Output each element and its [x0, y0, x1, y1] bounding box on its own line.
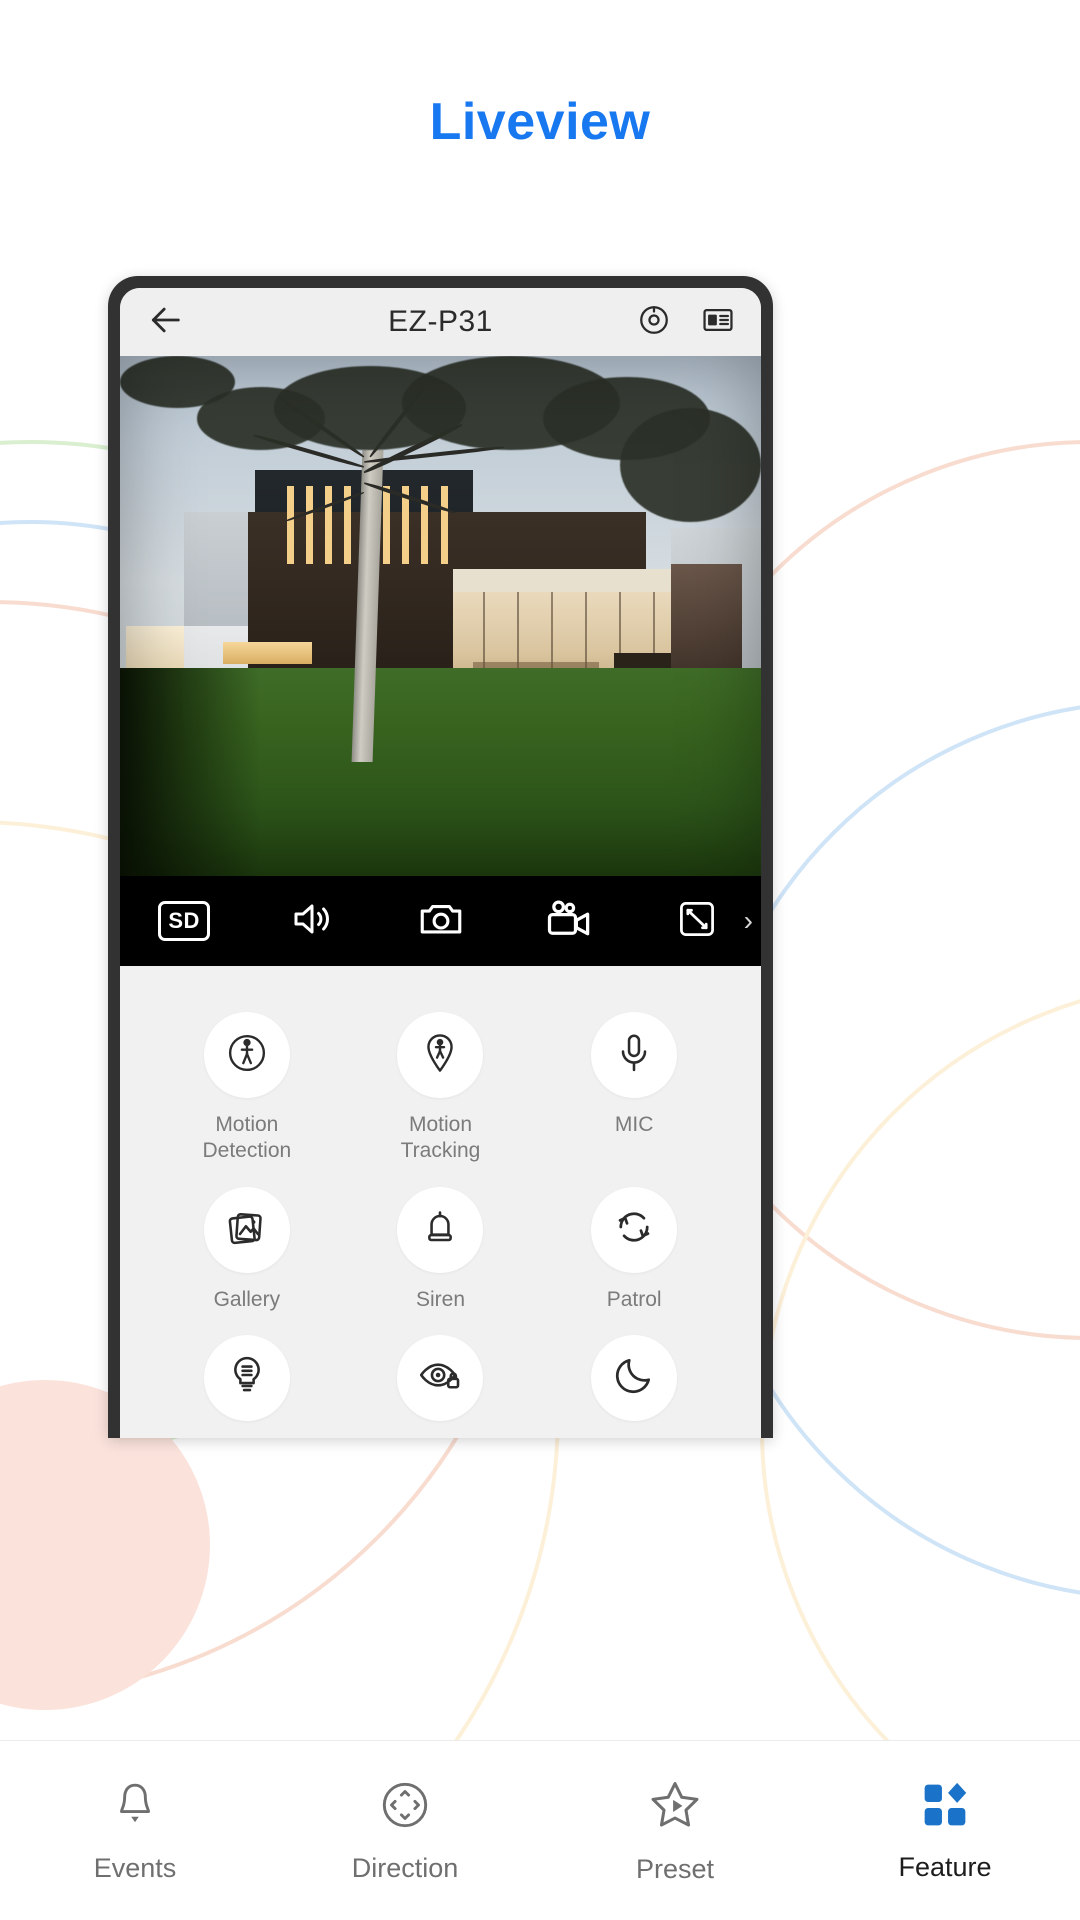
feature-motion-tracking[interactable]: Motion Tracking: [344, 1012, 538, 1165]
layout-list-icon: [701, 303, 735, 342]
sd-quality-icon: SD: [158, 901, 211, 941]
feature-icon-wrap: [591, 1186, 678, 1273]
feature-mic[interactable]: MIC: [537, 1012, 731, 1165]
feature-label: MIC: [614, 1113, 654, 1136]
patrol-icon: [612, 1205, 656, 1254]
siren-icon: [418, 1205, 462, 1254]
feature-label: Motion Tracking: [400, 1113, 481, 1163]
feature-icon-wrap: [203, 1186, 290, 1273]
feature-icon-wrap: [397, 1334, 484, 1421]
app-header: EZ-P31: [120, 288, 761, 356]
live-video-feed[interactable]: [120, 356, 761, 876]
feature-icon-wrap: [591, 1334, 678, 1421]
fullscreen-button[interactable]: [633, 897, 761, 946]
feature-icon-wrap: [397, 1012, 484, 1098]
nav-item-feature[interactable]: Feature: [810, 1779, 1080, 1883]
back-button[interactable]: [142, 299, 188, 345]
nav-label: Feature: [898, 1851, 992, 1882]
light-bulb-icon: [225, 1353, 269, 1402]
moon-icon: [612, 1353, 656, 1402]
feature-label: Gallery: [213, 1287, 281, 1311]
record-button[interactable]: [505, 893, 633, 950]
feature-icon-wrap: [397, 1186, 484, 1273]
motion-tracking-icon: [418, 1031, 462, 1080]
bell-icon: [108, 1778, 162, 1837]
feature-gallery[interactable]: Gallery: [150, 1186, 344, 1313]
target-settings-icon: [637, 303, 671, 342]
motion-detection-icon: [225, 1031, 269, 1080]
feature-label: Night Mode: [608, 1435, 661, 1438]
feature-icon-wrap: [203, 1012, 290, 1098]
feature-label: Light Control: [213, 1435, 281, 1438]
star-preset-icon: [647, 1777, 703, 1838]
feature-grid: Motion Detection Motion Tracking MIC Gal…: [120, 966, 761, 1438]
feature-night-mode[interactable]: Night Mode: [537, 1334, 731, 1438]
feature-icon-wrap: [591, 1012, 678, 1098]
video-scene: [120, 356, 761, 876]
feature-label: Motion Detection: [202, 1113, 292, 1163]
nav-label: Preset: [635, 1853, 715, 1884]
nav-label: Events: [93, 1852, 177, 1883]
private-mode-icon: [417, 1352, 463, 1403]
nav-item-preset[interactable]: Preset: [540, 1777, 810, 1885]
gallery-icon: [225, 1205, 269, 1254]
controls-more-chevron-icon[interactable]: ›: [744, 907, 753, 935]
nav-label: Direction: [351, 1852, 459, 1883]
feature-grid-icon: [919, 1779, 971, 1836]
header-actions: [633, 301, 739, 343]
feature-patrol[interactable]: Patrol: [537, 1186, 731, 1313]
feature-motion-detection[interactable]: Motion Detection: [150, 1012, 344, 1165]
feature-label: Siren: [415, 1287, 465, 1311]
feature-label: Patrol: [606, 1287, 662, 1311]
video-control-bar: SD ›: [120, 876, 761, 966]
quality-button[interactable]: SD: [120, 901, 248, 941]
phone-mockup: EZ-P31 SD › Motion Detection Motion Trac…: [108, 276, 773, 1438]
settings-button[interactable]: [633, 301, 675, 343]
speaker-icon: [288, 895, 336, 948]
feature-label: Private Mode: [408, 1435, 473, 1438]
layout-button[interactable]: [697, 301, 739, 343]
snapshot-button[interactable]: [376, 894, 504, 949]
direction-pad-icon: [378, 1778, 432, 1837]
audio-button[interactable]: [248, 895, 376, 948]
feature-icon-wrap: [203, 1334, 290, 1421]
feature-siren[interactable]: Siren: [344, 1186, 538, 1313]
phone-screen: EZ-P31 SD › Motion Detection Motion Trac…: [120, 288, 761, 1438]
nav-item-direction[interactable]: Direction: [270, 1778, 540, 1884]
microphone-icon: [612, 1031, 656, 1080]
arrow-left-icon: [145, 300, 185, 345]
expand-icon: [675, 897, 719, 946]
page-title: Liveview: [429, 93, 651, 151]
feature-private-mode[interactable]: Private Mode: [344, 1334, 538, 1438]
nav-item-events[interactable]: Events: [0, 1778, 270, 1884]
bottom-navigation: Events Direction Preset Feature: [0, 1740, 1080, 1920]
feature-light-control[interactable]: Light Control: [150, 1334, 344, 1438]
video-camera-icon: [543, 893, 595, 950]
camera-icon: [416, 894, 466, 949]
